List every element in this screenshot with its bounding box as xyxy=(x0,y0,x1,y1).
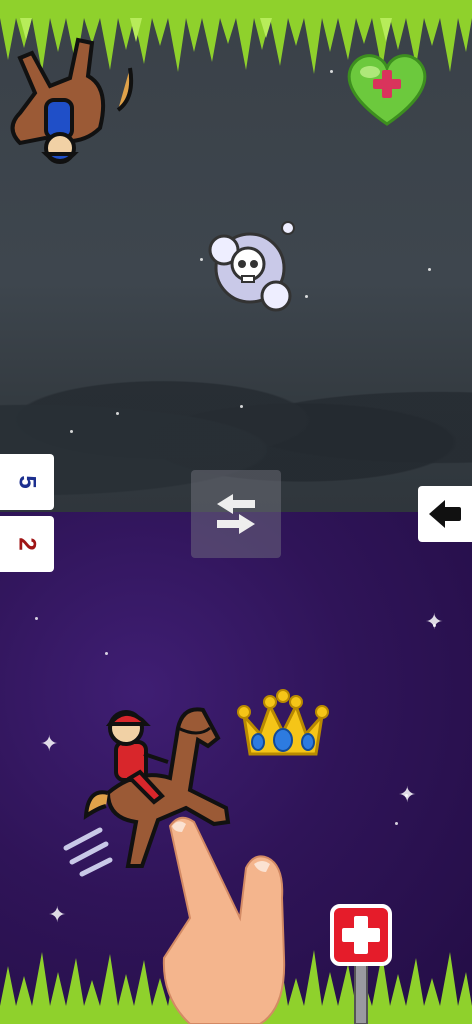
sparkle-icon: ✦ xyxy=(398,783,417,808)
opponent-score: 5 xyxy=(0,454,54,510)
sparkle-icon: ✦ xyxy=(425,610,444,635)
game-screen: ✦ ✦ ✦ ✦ 5 2 xyxy=(0,0,472,1024)
opponent-score-value: 5 xyxy=(13,475,41,489)
skull-cloud-icon[interactable] xyxy=(202,218,298,314)
swap-button[interactable] xyxy=(191,470,281,558)
opponent-horse-rider xyxy=(10,37,134,164)
sparkle-icon: ✦ xyxy=(40,732,59,757)
swap-arrows-icon xyxy=(217,494,255,534)
first-aid-sign-icon[interactable] xyxy=(330,904,392,1024)
back-button[interactable] xyxy=(418,486,472,542)
back-arrow-icon xyxy=(429,500,461,528)
player-score-value: 2 xyxy=(13,537,41,551)
player-score: 2 xyxy=(0,516,54,572)
crown-icon[interactable] xyxy=(236,688,330,764)
heart-plus-icon[interactable] xyxy=(342,50,432,128)
tutorial-hand-pointer xyxy=(162,816,286,1024)
sparkle-icon: ✦ xyxy=(48,903,67,928)
